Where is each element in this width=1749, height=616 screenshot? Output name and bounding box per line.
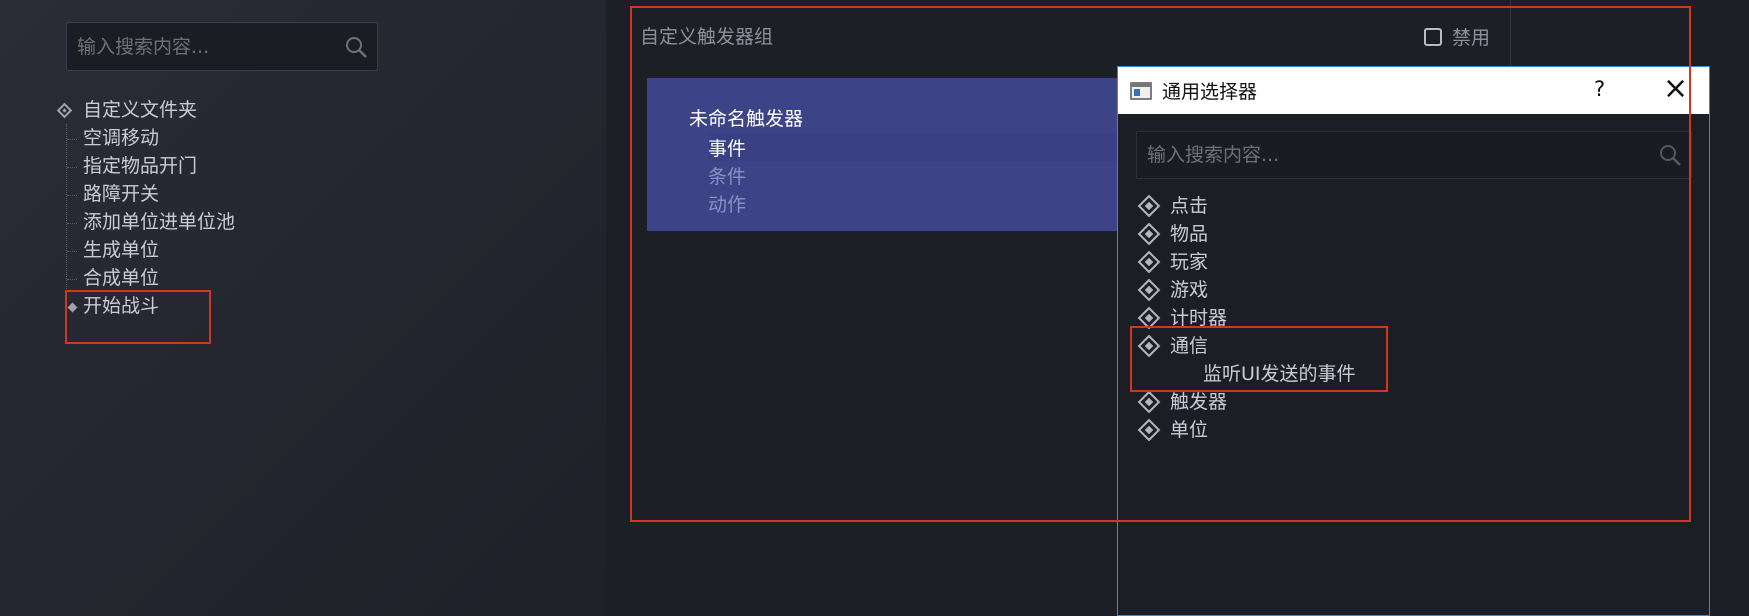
folder-icon[interactable] — [56, 102, 73, 119]
folder-search-input[interactable] — [75, 34, 343, 59]
tree-branch-line — [67, 223, 77, 224]
tree-branch-line — [67, 251, 77, 252]
tree-branch-line — [67, 279, 77, 280]
tree-guide-line — [66, 124, 67, 309]
tree-branch-line — [67, 195, 77, 196]
annotation-group-box — [630, 6, 1691, 522]
annotation-highlight-box — [65, 290, 211, 344]
tree-item[interactable]: 路障开关 — [83, 181, 159, 207]
tree-item[interactable]: 空调移动 — [83, 125, 159, 151]
folder-search-box[interactable] — [66, 22, 378, 71]
tree-root-folder[interactable]: 自定义文件夹 — [83, 97, 197, 123]
tree-item[interactable]: 合成单位 — [83, 265, 159, 291]
search-icon[interactable] — [343, 34, 369, 60]
tree-branch-line — [67, 139, 77, 140]
tree-item[interactable]: 生成单位 — [83, 237, 159, 263]
tree-item[interactable]: 添加单位进单位池 — [83, 209, 235, 235]
tree-branch-line — [67, 167, 77, 168]
left-panel: 自定义文件夹 空调移动 指定物品开门 路障开关 添加单位进单位池 生成单位 合成… — [0, 0, 606, 616]
tree-item[interactable]: 指定物品开门 — [83, 153, 197, 179]
annotation-event-box — [1130, 326, 1388, 392]
